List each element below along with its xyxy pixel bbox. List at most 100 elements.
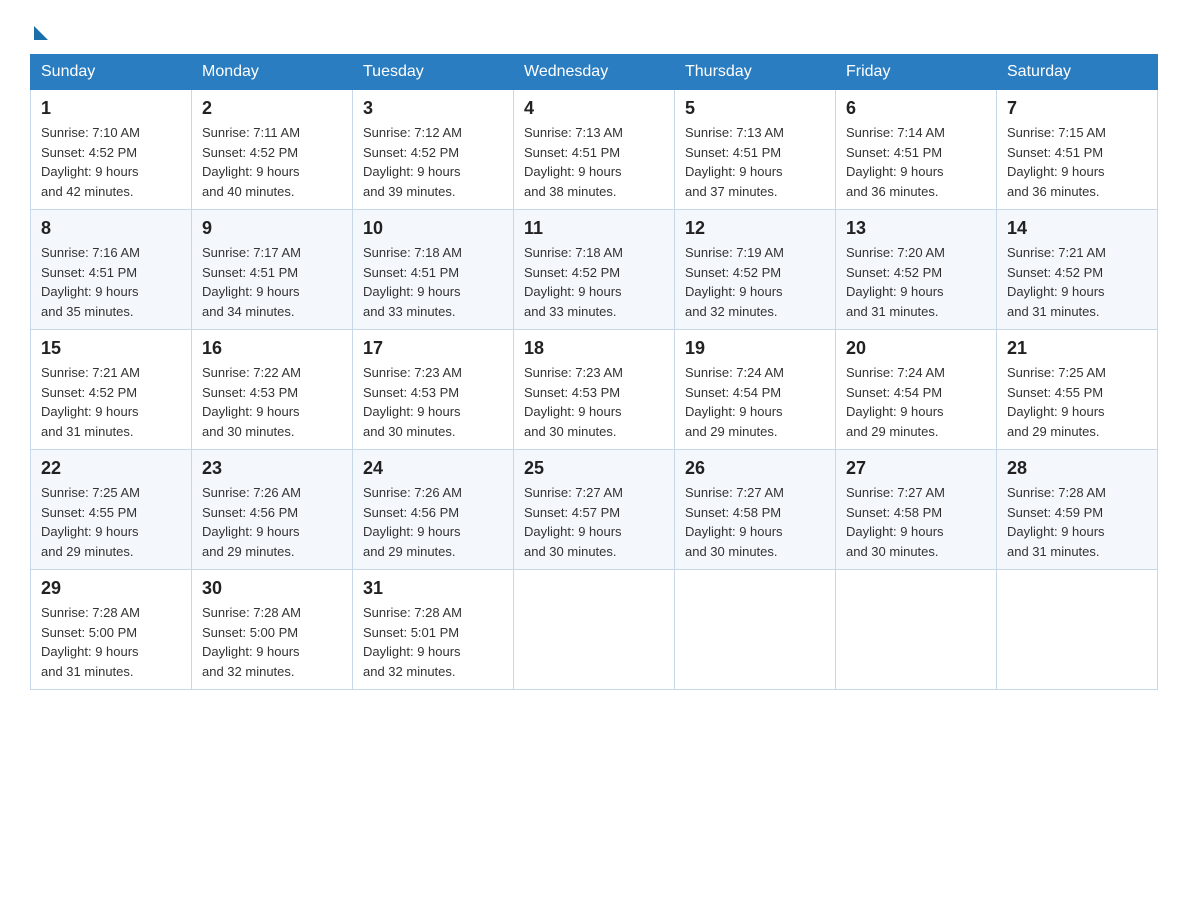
weekday-header-friday: Friday [836, 55, 997, 90]
calendar-cell: 9Sunrise: 7:17 AMSunset: 4:51 PMDaylight… [192, 210, 353, 330]
calendar-cell: 23 Sunrise: 7:26 AMSunset: 4:56 PMDayligh… [192, 450, 353, 570]
day-info: Sunrise: 7:14 AMSunset: 4:51 PMDaylight:… [846, 123, 986, 201]
day-info: Sunrise: 7:28 AMSunset: 5:00 PMDaylight:… [202, 603, 342, 681]
calendar-cell: 5 Sunrise: 7:13 AMSunset: 4:51 PMDaylight… [675, 90, 836, 210]
day-info: Sunrise: 7:15 AMSunset: 4:51 PMDaylight:… [1007, 123, 1147, 201]
day-info: Sunrise: 7:25 AMSunset: 4:55 PMDaylight:… [41, 483, 181, 561]
day-number: 16 [202, 338, 342, 359]
calendar-cell: 11 Sunrise: 7:18 AMSunset: 4:52 PMDayligh… [514, 210, 675, 330]
day-number: 13 [846, 218, 986, 239]
calendar-week-row: 15 Sunrise: 7:21 AMSunset: 4:52 PMDayligh… [31, 330, 1158, 450]
logo [30, 20, 48, 36]
calendar-cell: 31 Sunrise: 7:28 AMSunset: 5:01 PMDayligh… [353, 570, 514, 690]
day-number: 5 [685, 98, 825, 119]
calendar-cell: 14Sunrise: 7:21 AMSunset: 4:52 PMDayligh… [997, 210, 1158, 330]
day-info: Sunrise: 7:22 AMSunset: 4:53 PMDaylight:… [202, 363, 342, 441]
calendar-cell: 28 Sunrise: 7:28 AMSunset: 4:59 PMDayligh… [997, 450, 1158, 570]
day-info: Sunrise: 7:16 AMSunset: 4:51 PMDaylight:… [41, 243, 181, 321]
weekday-header-wednesday: Wednesday [514, 55, 675, 90]
day-info: Sunrise: 7:20 AMSunset: 4:52 PMDaylight:… [846, 243, 986, 321]
day-info: Sunrise: 7:18 AMSunset: 4:51 PMDaylight:… [363, 243, 503, 321]
day-number: 17 [363, 338, 503, 359]
day-number: 6 [846, 98, 986, 119]
day-number: 21 [1007, 338, 1147, 359]
day-info: Sunrise: 7:28 AMSunset: 5:00 PMDaylight:… [41, 603, 181, 681]
day-number: 27 [846, 458, 986, 479]
page-header [30, 20, 1158, 36]
day-number: 22 [41, 458, 181, 479]
calendar-week-row: 8 Sunrise: 7:16 AMSunset: 4:51 PMDaylight… [31, 210, 1158, 330]
day-info: Sunrise: 7:25 AMSunset: 4:55 PMDaylight:… [1007, 363, 1147, 441]
day-number: 31 [363, 578, 503, 599]
calendar-cell: 4Sunrise: 7:13 AMSunset: 4:51 PMDaylight… [514, 90, 675, 210]
calendar-week-row: 29 Sunrise: 7:28 AMSunset: 5:00 PMDayligh… [31, 570, 1158, 690]
day-number: 7 [1007, 98, 1147, 119]
day-info: Sunrise: 7:18 AMSunset: 4:52 PMDaylight:… [524, 243, 664, 321]
day-number: 9 [202, 218, 342, 239]
calendar-cell: 21 Sunrise: 7:25 AMSunset: 4:55 PMDayligh… [997, 330, 1158, 450]
day-number: 28 [1007, 458, 1147, 479]
day-info: Sunrise: 7:28 AMSunset: 4:59 PMDaylight:… [1007, 483, 1147, 561]
calendar-week-row: 22 Sunrise: 7:25 AMSunset: 4:55 PMDayligh… [31, 450, 1158, 570]
calendar-cell: 22 Sunrise: 7:25 AMSunset: 4:55 PMDayligh… [31, 450, 192, 570]
weekday-header-saturday: Saturday [997, 55, 1158, 90]
day-info: Sunrise: 7:12 AMSunset: 4:52 PMDaylight:… [363, 123, 503, 201]
day-number: 12 [685, 218, 825, 239]
day-info: Sunrise: 7:13 AMSunset: 4:51 PMDaylight:… [685, 123, 825, 201]
day-info: Sunrise: 7:27 AMSunset: 4:57 PMDaylight:… [524, 483, 664, 561]
calendar-cell: 15 Sunrise: 7:21 AMSunset: 4:52 PMDayligh… [31, 330, 192, 450]
day-number: 19 [685, 338, 825, 359]
calendar-cell: 17 Sunrise: 7:23 AMSunset: 4:53 PMDayligh… [353, 330, 514, 450]
calendar-week-row: 1 Sunrise: 7:10 AMSunset: 4:52 PMDaylight… [31, 90, 1158, 210]
calendar-cell [997, 570, 1158, 690]
day-number: 23 [202, 458, 342, 479]
day-info: Sunrise: 7:24 AMSunset: 4:54 PMDaylight:… [685, 363, 825, 441]
day-number: 18 [524, 338, 664, 359]
day-number: 8 [41, 218, 181, 239]
day-number: 20 [846, 338, 986, 359]
day-info: Sunrise: 7:27 AMSunset: 4:58 PMDaylight:… [685, 483, 825, 561]
day-info: Sunrise: 7:13 AMSunset: 4:51 PMDaylight:… [524, 123, 664, 201]
calendar-cell [675, 570, 836, 690]
calendar-cell [836, 570, 997, 690]
calendar-cell: 20Sunrise: 7:24 AMSunset: 4:54 PMDayligh… [836, 330, 997, 450]
day-number: 1 [41, 98, 181, 119]
calendar-cell: 26Sunrise: 7:27 AMSunset: 4:58 PMDayligh… [675, 450, 836, 570]
calendar-cell: 24 Sunrise: 7:26 AMSunset: 4:56 PMDayligh… [353, 450, 514, 570]
logo-arrow-icon [34, 26, 48, 40]
calendar-cell: 2 Sunrise: 7:11 AMSunset: 4:52 PMDaylight… [192, 90, 353, 210]
day-number: 15 [41, 338, 181, 359]
calendar-table: SundayMondayTuesdayWednesdayThursdayFrid… [30, 54, 1158, 690]
day-number: 25 [524, 458, 664, 479]
calendar-cell: 8 Sunrise: 7:16 AMSunset: 4:51 PMDaylight… [31, 210, 192, 330]
day-number: 11 [524, 218, 664, 239]
day-info: Sunrise: 7:26 AMSunset: 4:56 PMDaylight:… [202, 483, 342, 561]
day-number: 30 [202, 578, 342, 599]
calendar-cell: 10Sunrise: 7:18 AMSunset: 4:51 PMDayligh… [353, 210, 514, 330]
calendar-cell: 30 Sunrise: 7:28 AMSunset: 5:00 PMDayligh… [192, 570, 353, 690]
day-number: 3 [363, 98, 503, 119]
day-info: Sunrise: 7:11 AMSunset: 4:52 PMDaylight:… [202, 123, 342, 201]
day-info: Sunrise: 7:19 AMSunset: 4:52 PMDaylight:… [685, 243, 825, 321]
weekday-header-row: SundayMondayTuesdayWednesdayThursdayFrid… [31, 55, 1158, 90]
day-number: 2 [202, 98, 342, 119]
calendar-cell [514, 570, 675, 690]
calendar-cell: 19 Sunrise: 7:24 AMSunset: 4:54 PMDayligh… [675, 330, 836, 450]
calendar-cell: 16 Sunrise: 7:22 AMSunset: 4:53 PMDayligh… [192, 330, 353, 450]
calendar-cell: 7 Sunrise: 7:15 AMSunset: 4:51 PMDaylight… [997, 90, 1158, 210]
weekday-header-monday: Monday [192, 55, 353, 90]
day-info: Sunrise: 7:21 AMSunset: 4:52 PMDaylight:… [41, 363, 181, 441]
day-number: 24 [363, 458, 503, 479]
calendar-cell: 25 Sunrise: 7:27 AMSunset: 4:57 PMDayligh… [514, 450, 675, 570]
calendar-cell: 6 Sunrise: 7:14 AMSunset: 4:51 PMDaylight… [836, 90, 997, 210]
day-info: Sunrise: 7:23 AMSunset: 4:53 PMDaylight:… [363, 363, 503, 441]
calendar-cell: 13 Sunrise: 7:20 AMSunset: 4:52 PMDayligh… [836, 210, 997, 330]
calendar-cell: 27Sunrise: 7:27 AMSunset: 4:58 PMDayligh… [836, 450, 997, 570]
day-info: Sunrise: 7:10 AMSunset: 4:52 PMDaylight:… [41, 123, 181, 201]
calendar-cell: 3 Sunrise: 7:12 AMSunset: 4:52 PMDaylight… [353, 90, 514, 210]
day-info: Sunrise: 7:26 AMSunset: 4:56 PMDaylight:… [363, 483, 503, 561]
weekday-header-sunday: Sunday [31, 55, 192, 90]
weekday-header-tuesday: Tuesday [353, 55, 514, 90]
day-info: Sunrise: 7:28 AMSunset: 5:01 PMDaylight:… [363, 603, 503, 681]
day-number: 29 [41, 578, 181, 599]
